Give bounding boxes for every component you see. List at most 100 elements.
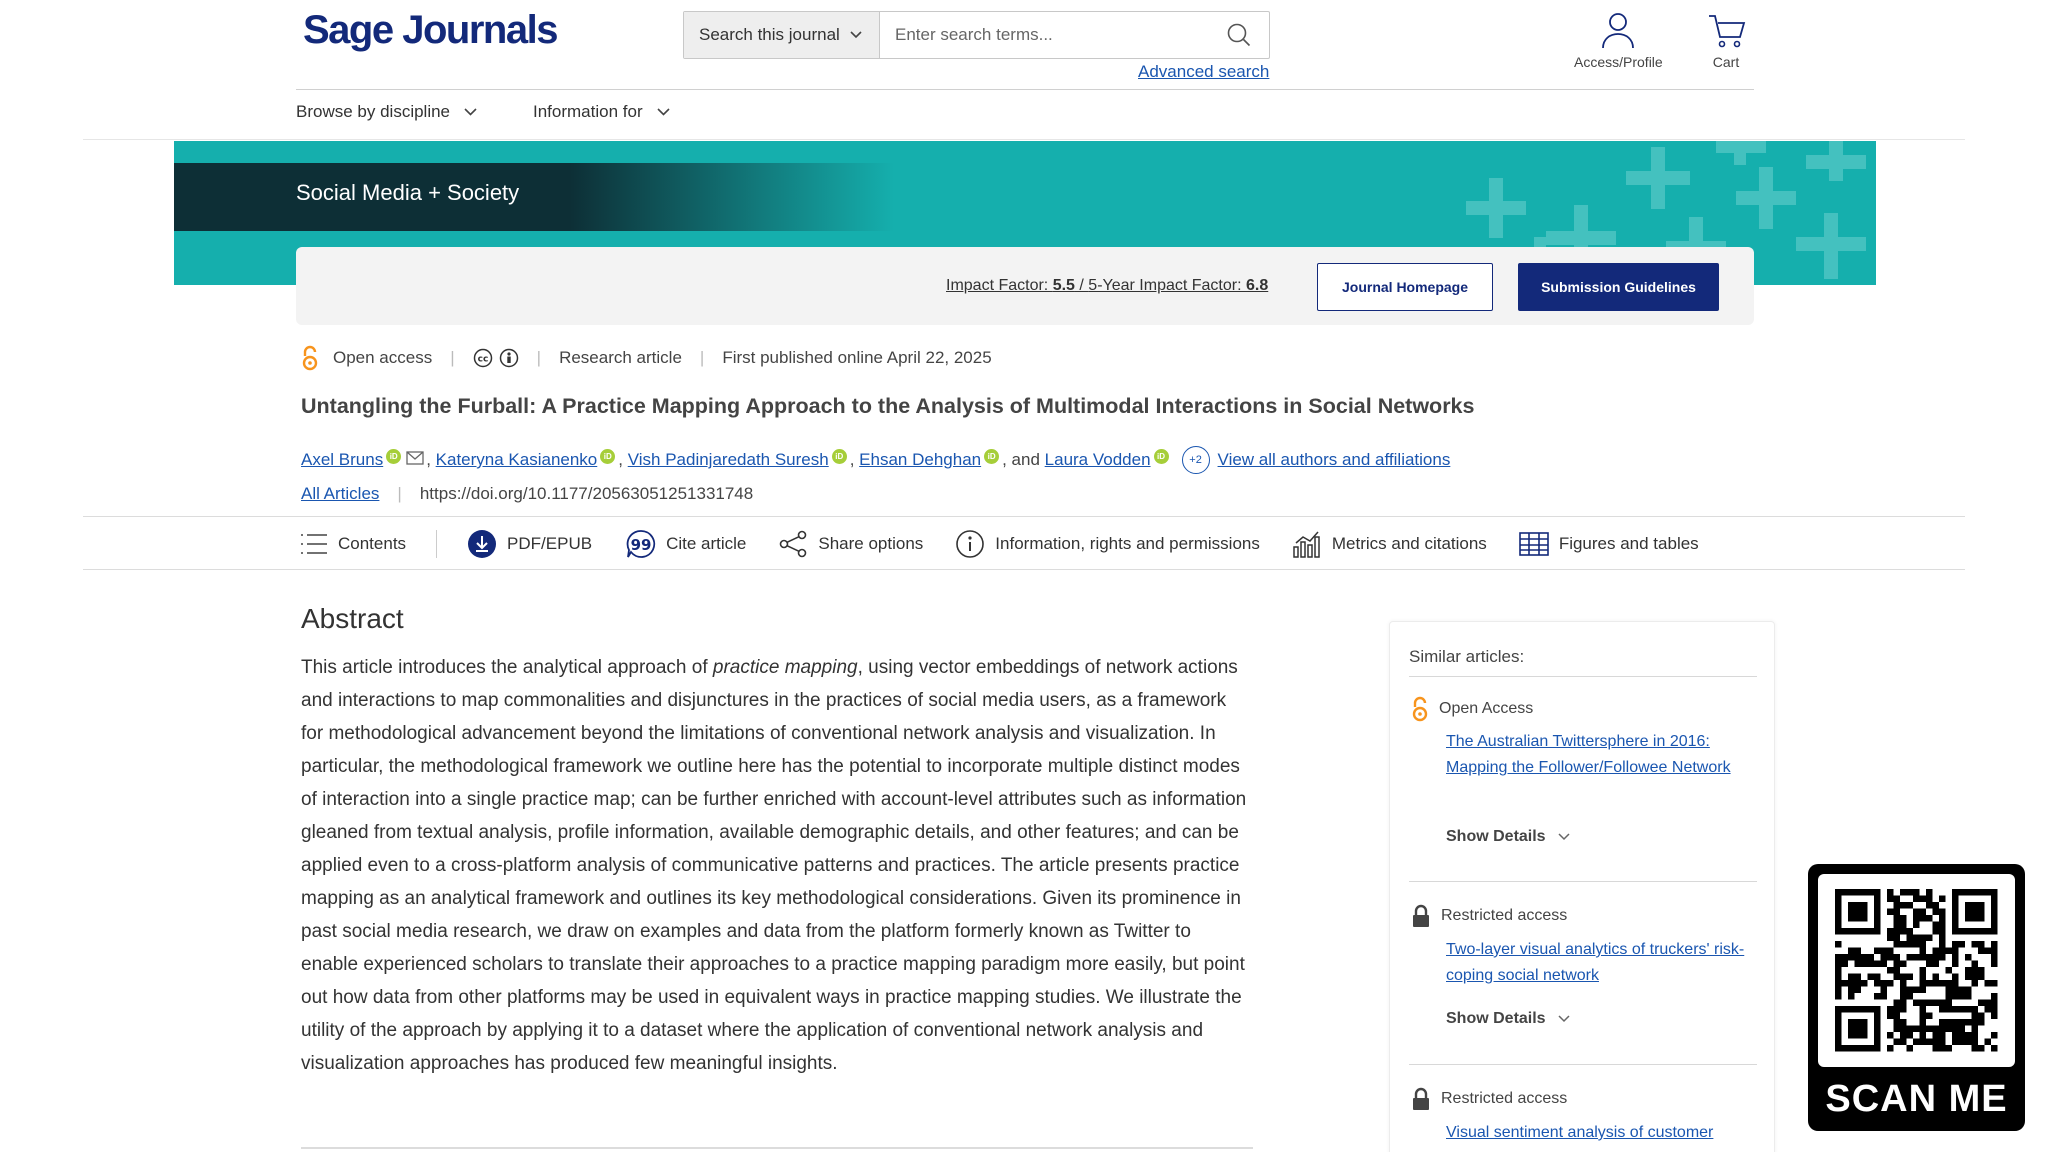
info-icon [956, 530, 985, 558]
information-rights-label: Information, rights and permissions [995, 534, 1260, 553]
impact-factor-label: Impact Factor: [946, 277, 1053, 294]
information-rights-button[interactable]: Information, rights and permissions [955, 529, 1260, 559]
impact-factor-value: 5.5 [1052, 277, 1075, 294]
toolbar-top-divider [83, 516, 1965, 517]
article-toolbar: Contents PDF/EPUB 99 Cite article Share … [300, 527, 1699, 561]
author-link[interactable]: Vish Padinjaredath Suresh [628, 450, 829, 470]
search-scope-label: Search this journal [699, 25, 840, 44]
pdf-epub-button[interactable]: PDF/EPUB [467, 529, 592, 559]
access-profile-label: Access/Profile [1574, 54, 1663, 70]
chevron-down-icon [464, 108, 477, 116]
impact-factor-link[interactable]: Impact Factor: 5.5 / 5-Year Impact Facto… [946, 277, 1268, 295]
lock-icon [1413, 904, 1429, 927]
qr-code-graphic [1835, 889, 1998, 1052]
meta-separator: | [536, 348, 542, 367]
download-icon [468, 530, 497, 558]
qr-code-overlay[interactable]: SCAN ME [1808, 864, 2025, 1131]
email-icon[interactable] [406, 451, 424, 465]
figures-tables-label: Figures and tables [1558, 534, 1699, 553]
search-button[interactable] [1209, 12, 1269, 58]
all-articles-link[interactable]: All Articles [301, 484, 379, 504]
author-link[interactable]: Ehsan Dehghan [859, 450, 981, 470]
orcid-icon[interactable]: iD [831, 448, 847, 464]
information-for-label: Information for [533, 102, 643, 121]
journal-search-bar: Search this journal [683, 11, 1270, 59]
access-label: Open Access [1439, 700, 1534, 717]
show-details-button[interactable]: Show Details [1446, 1010, 1570, 1028]
author-link[interactable]: Laura Vodden [1045, 450, 1151, 470]
quote-icon: 99 [626, 530, 656, 558]
share-options-button[interactable]: Share options [778, 529, 923, 559]
chevron-down-icon [850, 31, 862, 39]
doi-text[interactable]: https://doi.org/10.1177/2056305125133174… [420, 484, 753, 504]
advanced-search-link[interactable]: Advanced search [1138, 62, 1269, 82]
chevron-down-icon [1558, 833, 1570, 841]
publication-date: First published online April 22, 2025 [722, 348, 992, 367]
search-icon [1227, 23, 1251, 47]
information-for-menu[interactable]: Information for [533, 102, 670, 122]
contents-button[interactable]: Contents [300, 532, 406, 556]
cite-article-button[interactable]: 99 Cite article [626, 529, 746, 559]
open-access-icon [1412, 696, 1428, 722]
sage-journals-logo[interactable]: Sage Journals [303, 8, 558, 53]
figures-tables-button[interactable]: Figures and tables [1519, 531, 1699, 557]
access-label: Restricted access [1441, 1090, 1568, 1107]
browse-by-discipline-menu[interactable]: Browse by discipline [296, 102, 477, 122]
metrics-citations-label: Metrics and citations [1331, 534, 1487, 553]
journal-homepage-button[interactable]: Journal Homepage [1317, 263, 1493, 311]
journal-name[interactable]: Social Media + Society [296, 180, 519, 206]
cart-button[interactable]: Cart [1706, 10, 1746, 70]
abstract-text-italic: practice mapping [712, 657, 858, 678]
meta-separator: | [699, 348, 705, 367]
svg-text:cc: cc [477, 355, 488, 365]
chevron-down-icon [1558, 1015, 1570, 1023]
lock-icon [1413, 1087, 1429, 1110]
metrics-citations-button[interactable]: Metrics and citations [1292, 529, 1487, 559]
similar-divider [1409, 881, 1757, 882]
meta-separator: | [397, 484, 402, 503]
view-all-authors-link[interactable]: View all authors and affiliations [1218, 450, 1451, 470]
chevron-down-icon [657, 108, 670, 116]
table-icon [1519, 532, 1549, 556]
article-title: Untangling the Furball: A Practice Mappi… [301, 394, 1475, 418]
abstract-text-part: This article introduces the analytical a… [301, 657, 713, 678]
access-profile-button[interactable]: Access/Profile [1574, 10, 1663, 70]
more-authors-badge[interactable]: +2 [1181, 446, 1210, 474]
share-options-label: Share options [818, 534, 924, 553]
bar-chart-icon [1293, 531, 1320, 558]
toolbar-bottom-divider [83, 569, 1965, 570]
nav-divider [83, 139, 1965, 140]
similar-article-link[interactable]: Two-layer visual analytics of truckers' … [1446, 937, 1756, 989]
creative-commons-icon[interactable]: cc [473, 348, 493, 368]
author-separator-and: , and [1002, 450, 1045, 469]
show-details-label: Show Details [1446, 1010, 1546, 1027]
user-icon [1602, 13, 1635, 49]
five-year-impact-label: 5-Year Impact Factor: [1088, 277, 1246, 294]
share-icon [780, 530, 807, 558]
similar-item-access: Open Access [1411, 696, 1533, 722]
abstract-heading: Abstract [301, 603, 404, 634]
search-scope-dropdown[interactable]: Search this journal [684, 12, 880, 58]
meta-separator: | [450, 348, 455, 367]
submission-guidelines-button[interactable]: Submission Guidelines [1518, 263, 1719, 311]
similar-article-link[interactable]: The Australian Twittersphere in 2016: Ma… [1446, 729, 1756, 781]
open-access-label: Open access [333, 348, 433, 367]
author-link[interactable]: Axel Bruns [301, 450, 383, 470]
five-year-impact-value: 6.8 [1246, 277, 1269, 294]
toolbar-separator [436, 530, 438, 558]
similar-articles-heading: Similar articles: [1409, 647, 1525, 666]
abstract-divider [301, 1147, 1253, 1149]
attribution-icon[interactable] [499, 348, 519, 368]
similar-article-link[interactable]: Visual sentiment analysis of customer [1446, 1120, 1756, 1150]
svg-text:99: 99 [631, 536, 652, 554]
cart-icon [1709, 15, 1746, 48]
search-input[interactable] [880, 12, 1209, 58]
orcid-icon[interactable]: iD [600, 448, 616, 464]
show-details-button[interactable]: Show Details [1446, 828, 1570, 846]
orcid-icon[interactable]: iD [984, 448, 1000, 464]
author-link[interactable]: Kateryna Kasianenko [436, 450, 598, 470]
abstract-text-part: , using vector embeddings of network act… [301, 657, 1247, 1074]
orcid-icon[interactable]: iD [1153, 448, 1169, 464]
header-divider [296, 89, 1754, 90]
orcid-icon[interactable]: iD [386, 448, 402, 464]
